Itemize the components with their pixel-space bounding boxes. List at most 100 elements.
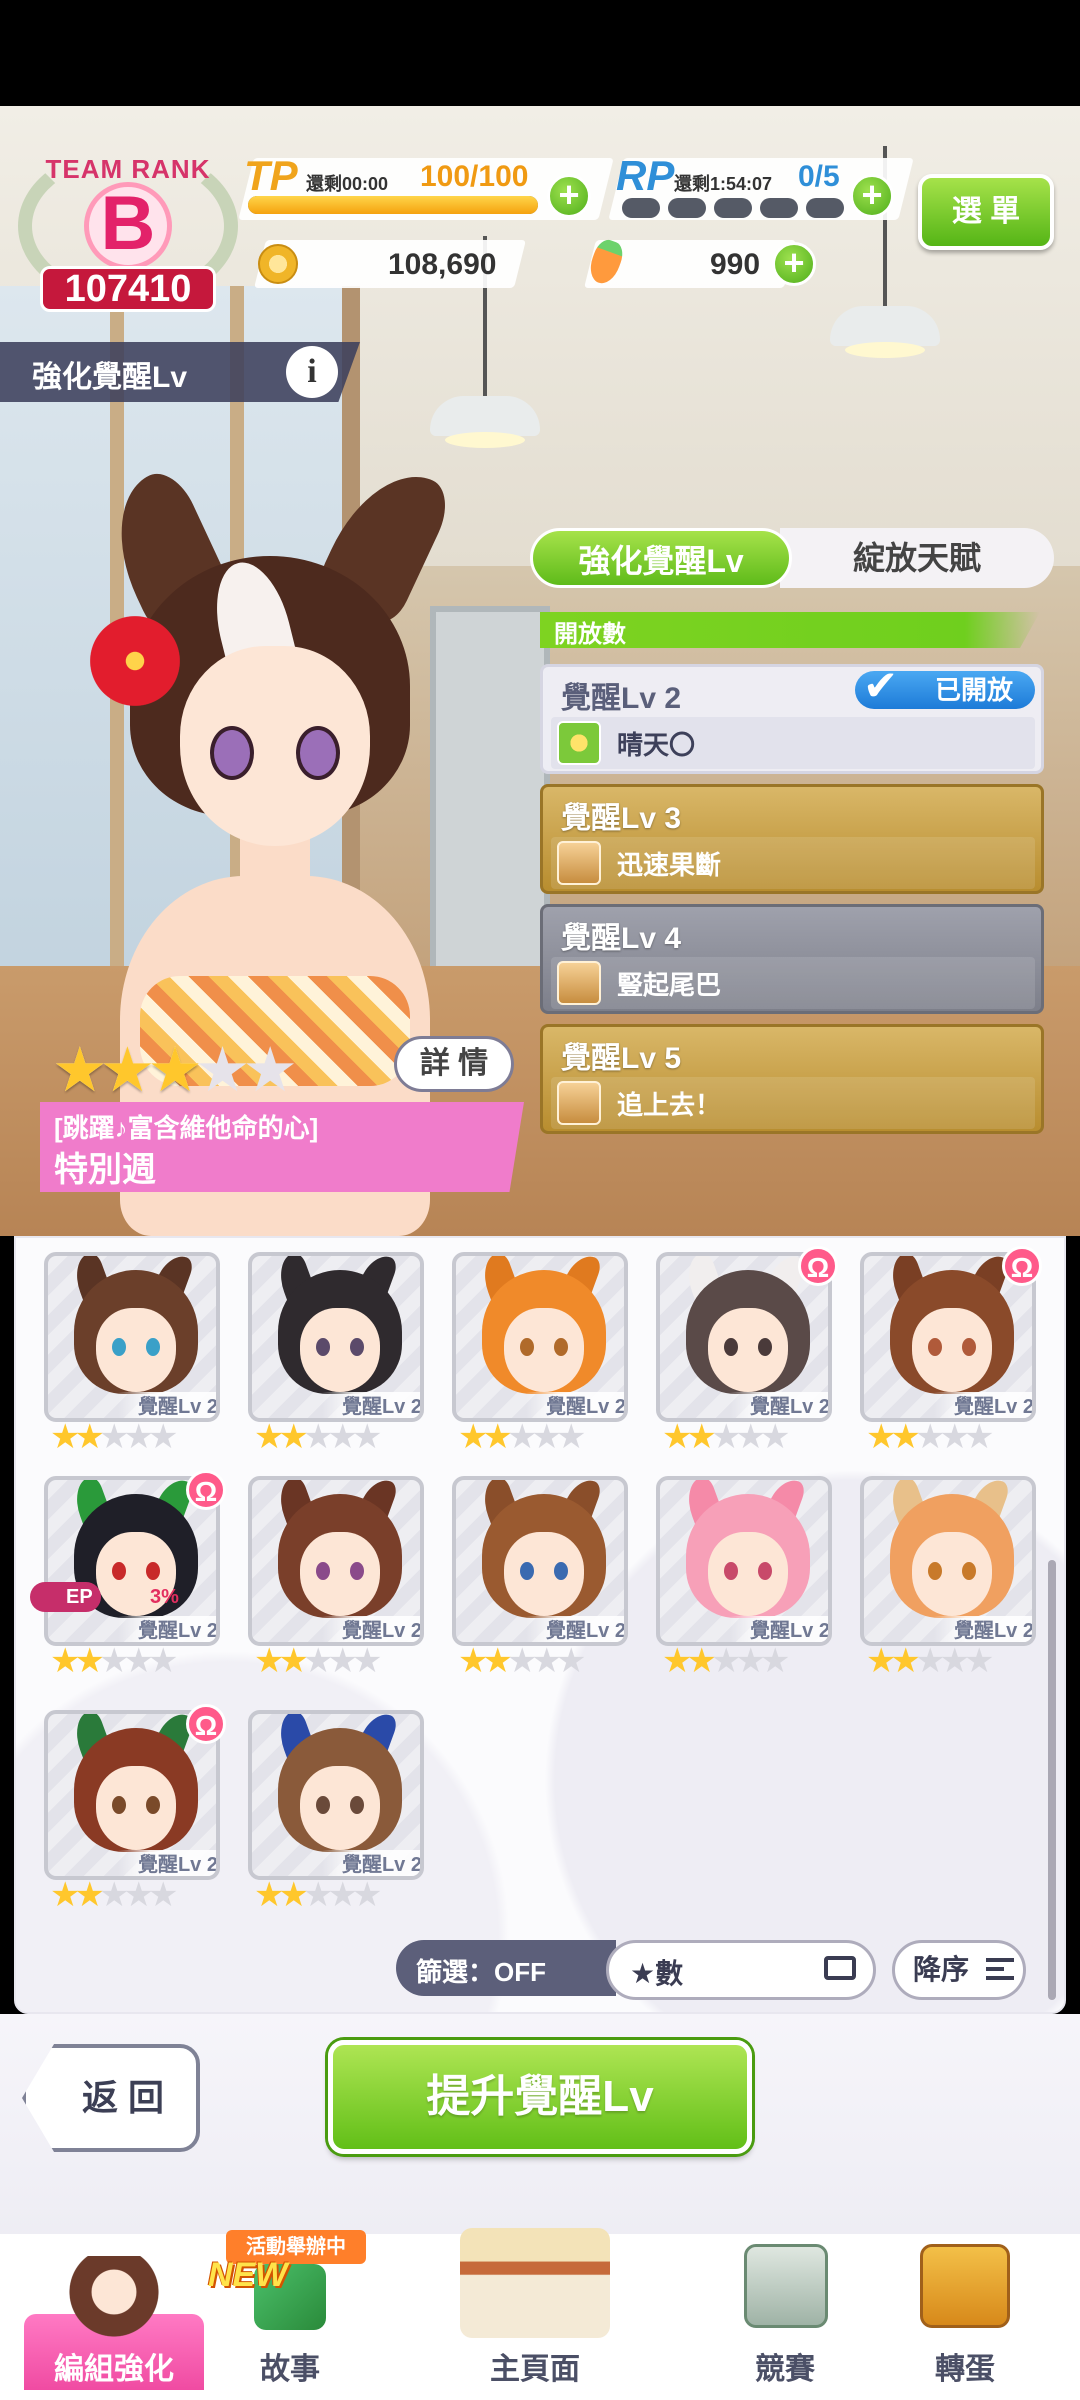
rarity-stars: ★★★★★	[662, 1644, 790, 1678]
roster-character-card[interactable]: 覺醒Lv 2 ★★★★★	[248, 1476, 424, 1686]
star-icon: ★	[759, 1642, 791, 1680]
bottom-nav: 編組強化 故事 主頁面 競賽 轉蛋	[0, 2228, 1080, 2400]
roster-character-card[interactable]: 覺醒Lv 2 ★★★★★ Ω	[656, 1246, 838, 1462]
roster-scrollbar[interactable]	[1048, 1560, 1056, 2000]
open-count-label: 開放數	[554, 621, 626, 648]
awakening-level-card[interactable]: 覺醒Lv 2 ✔ 已開放 晴天〇	[540, 664, 1044, 774]
team-rank-letter: B	[100, 181, 156, 266]
ceiling-lamp	[430, 236, 540, 448]
roster-character-card[interactable]: 覺醒Lv 2 ★★★★★ Ω	[44, 1704, 226, 1920]
tab-awakening-lv[interactable]: 強化覺醒Lv	[530, 528, 792, 588]
tab-talent-bloom[interactable]: 綻放天賦	[780, 528, 1054, 588]
awakening-level-card[interactable]: 覺醒Lv 3 迅速果斷	[540, 784, 1044, 894]
horseshoe-icon: Ω	[186, 1704, 226, 1744]
screen-title: 強化覺醒Lv	[32, 361, 188, 394]
roster-character-card[interactable]: 覺醒Lv 2 ★★★★★ Ω	[860, 1246, 1042, 1462]
ep-badge: EP	[30, 1582, 101, 1612]
skill-name: 豎起尾巴	[617, 970, 722, 1000]
nav-story[interactable]: 故事	[210, 2264, 370, 2390]
info-icon[interactable]: i	[286, 346, 338, 398]
nav-team-enhance[interactable]: 編組強化	[24, 2256, 204, 2390]
opened-badge: ✔ 已開放	[855, 665, 1035, 709]
race-gate-icon	[744, 2244, 828, 2328]
horseshoe-icon: Ω	[186, 1470, 226, 1510]
skill-row[interactable]: 豎起尾巴	[551, 957, 1035, 1009]
character-portrait: 覺醒Lv 2	[656, 1476, 832, 1646]
skill-row[interactable]: 追上去！	[551, 1077, 1035, 1129]
roster-character-card[interactable]: 覺醒Lv 2 ★★★★★	[656, 1476, 832, 1686]
awakening-level-card[interactable]: 覺醒Lv 5 追上去！	[540, 1024, 1044, 1134]
horseshoe-icon: Ω	[1002, 1246, 1042, 1286]
character-portrait: 覺醒Lv 2	[248, 1710, 424, 1880]
rarity-stars: ★★★★★	[50, 1878, 178, 1912]
team-rank-badge[interactable]: TEAM RANK B 107410	[18, 118, 238, 318]
star-icon: ★	[555, 1642, 587, 1680]
sort-order-icon	[986, 1958, 1014, 1980]
nav-label: 編組強化	[54, 2353, 174, 2386]
back-button[interactable]: 返 回	[22, 2044, 200, 2152]
tp-add-button[interactable]: +	[547, 174, 591, 218]
card-rarity-stars: ★★★★★	[52, 1040, 298, 1102]
carrot-add-button[interactable]: +	[772, 242, 816, 286]
filter-label: 篩選：OFF	[416, 1957, 546, 1987]
star-icon: ★	[147, 1418, 179, 1456]
nav-race[interactable]: 競賽	[700, 2244, 870, 2390]
nav-label: 主頁面	[490, 2353, 580, 2386]
roster-character-card[interactable]: 覺醒Lv 2 ★★★★★	[452, 1252, 628, 1462]
check-icon: ✔	[863, 662, 899, 709]
rp-add-button[interactable]: +	[850, 174, 894, 218]
horseshoe-icon: Ω	[798, 1246, 838, 1286]
rarity-stars: ★★★★★	[254, 1878, 382, 1912]
awakening-level-title: 覺醒Lv 2	[561, 682, 682, 715]
card-name: 特別週	[54, 1151, 156, 1189]
rp-pill	[806, 198, 844, 218]
rarity-stars: ★★★★★	[866, 1420, 994, 1454]
star-icon: ★	[242, 1036, 298, 1105]
character-portrait: 覺醒Lv 2	[248, 1476, 424, 1646]
skill-name: 追上去！	[617, 1090, 722, 1120]
nav-gacha[interactable]: 轉蛋	[880, 2244, 1050, 2390]
nav-label: 轉蛋	[935, 2353, 995, 2386]
roster-character-card[interactable]: 覺醒Lv 2 ★★★★★	[248, 1252, 424, 1462]
star-icon: ★	[147, 1642, 179, 1680]
star-icon: ★	[555, 1418, 587, 1456]
runner-skill-icon	[557, 961, 601, 1005]
rp-label: RP	[616, 152, 675, 199]
skill-row[interactable]: 晴天〇	[551, 717, 1035, 769]
rp-pill	[622, 198, 660, 218]
roster-character-card[interactable]: 覺醒Lv 2 ★★★★★	[860, 1476, 1036, 1686]
sort-options-icon	[824, 1956, 856, 1980]
skill-row[interactable]: 迅速果斷	[551, 837, 1035, 889]
awakening-level-card[interactable]: 覺醒Lv 4 豎起尾巴	[540, 904, 1044, 1014]
nav-home[interactable]: 主頁面	[400, 2228, 670, 2390]
awakening-level-title: 覺醒Lv 3	[561, 802, 682, 835]
star-icon: ★	[147, 1876, 179, 1914]
carrot-value: 990	[710, 248, 761, 281]
new-tag: NEW	[208, 2256, 288, 2294]
gacha-gate-icon	[920, 2244, 1010, 2328]
tp-label: TP	[244, 152, 298, 199]
star-icon: ★	[963, 1642, 995, 1680]
weather-skill-icon	[557, 721, 601, 765]
ceiling-lamp	[830, 146, 940, 358]
roster-character-card[interactable]: 覺醒Lv 2 ★★★★★	[452, 1476, 628, 1686]
awakening-tabs: 綻放天賦 強化覺醒Lv	[530, 528, 1054, 588]
coin-icon	[258, 244, 298, 284]
roster-character-card[interactable]: 覺醒Lv 2 ★★★★★	[44, 1252, 220, 1462]
skill-name: 晴天〇	[617, 730, 696, 760]
roster-character-card[interactable]: 覺醒Lv 2 ★★★★★ Ω	[44, 1470, 226, 1686]
tp-value: 100/100	[420, 160, 529, 193]
rarity-stars: ★★★★★	[458, 1420, 586, 1454]
rarity-stars: ★★★★★	[254, 1420, 382, 1454]
star-icon: ★	[759, 1418, 791, 1456]
roster-character-card[interactable]: 覺醒Lv 2 ★★★★★	[248, 1710, 424, 1920]
star-icon: ★	[351, 1642, 383, 1680]
raise-awakening-button[interactable]: 提升覺醒Lv	[328, 2040, 752, 2154]
menu-button[interactable]: 選 單	[918, 174, 1054, 250]
rp-pill	[668, 198, 706, 218]
details-button[interactable]: 詳 情	[394, 1036, 514, 1092]
coin-value: 108,690	[388, 248, 497, 281]
nav-label: 競賽	[755, 2353, 815, 2386]
awakening-level-title: 覺醒Lv 5	[561, 1042, 682, 1075]
tp-timer: 還剩00:00	[306, 174, 389, 194]
